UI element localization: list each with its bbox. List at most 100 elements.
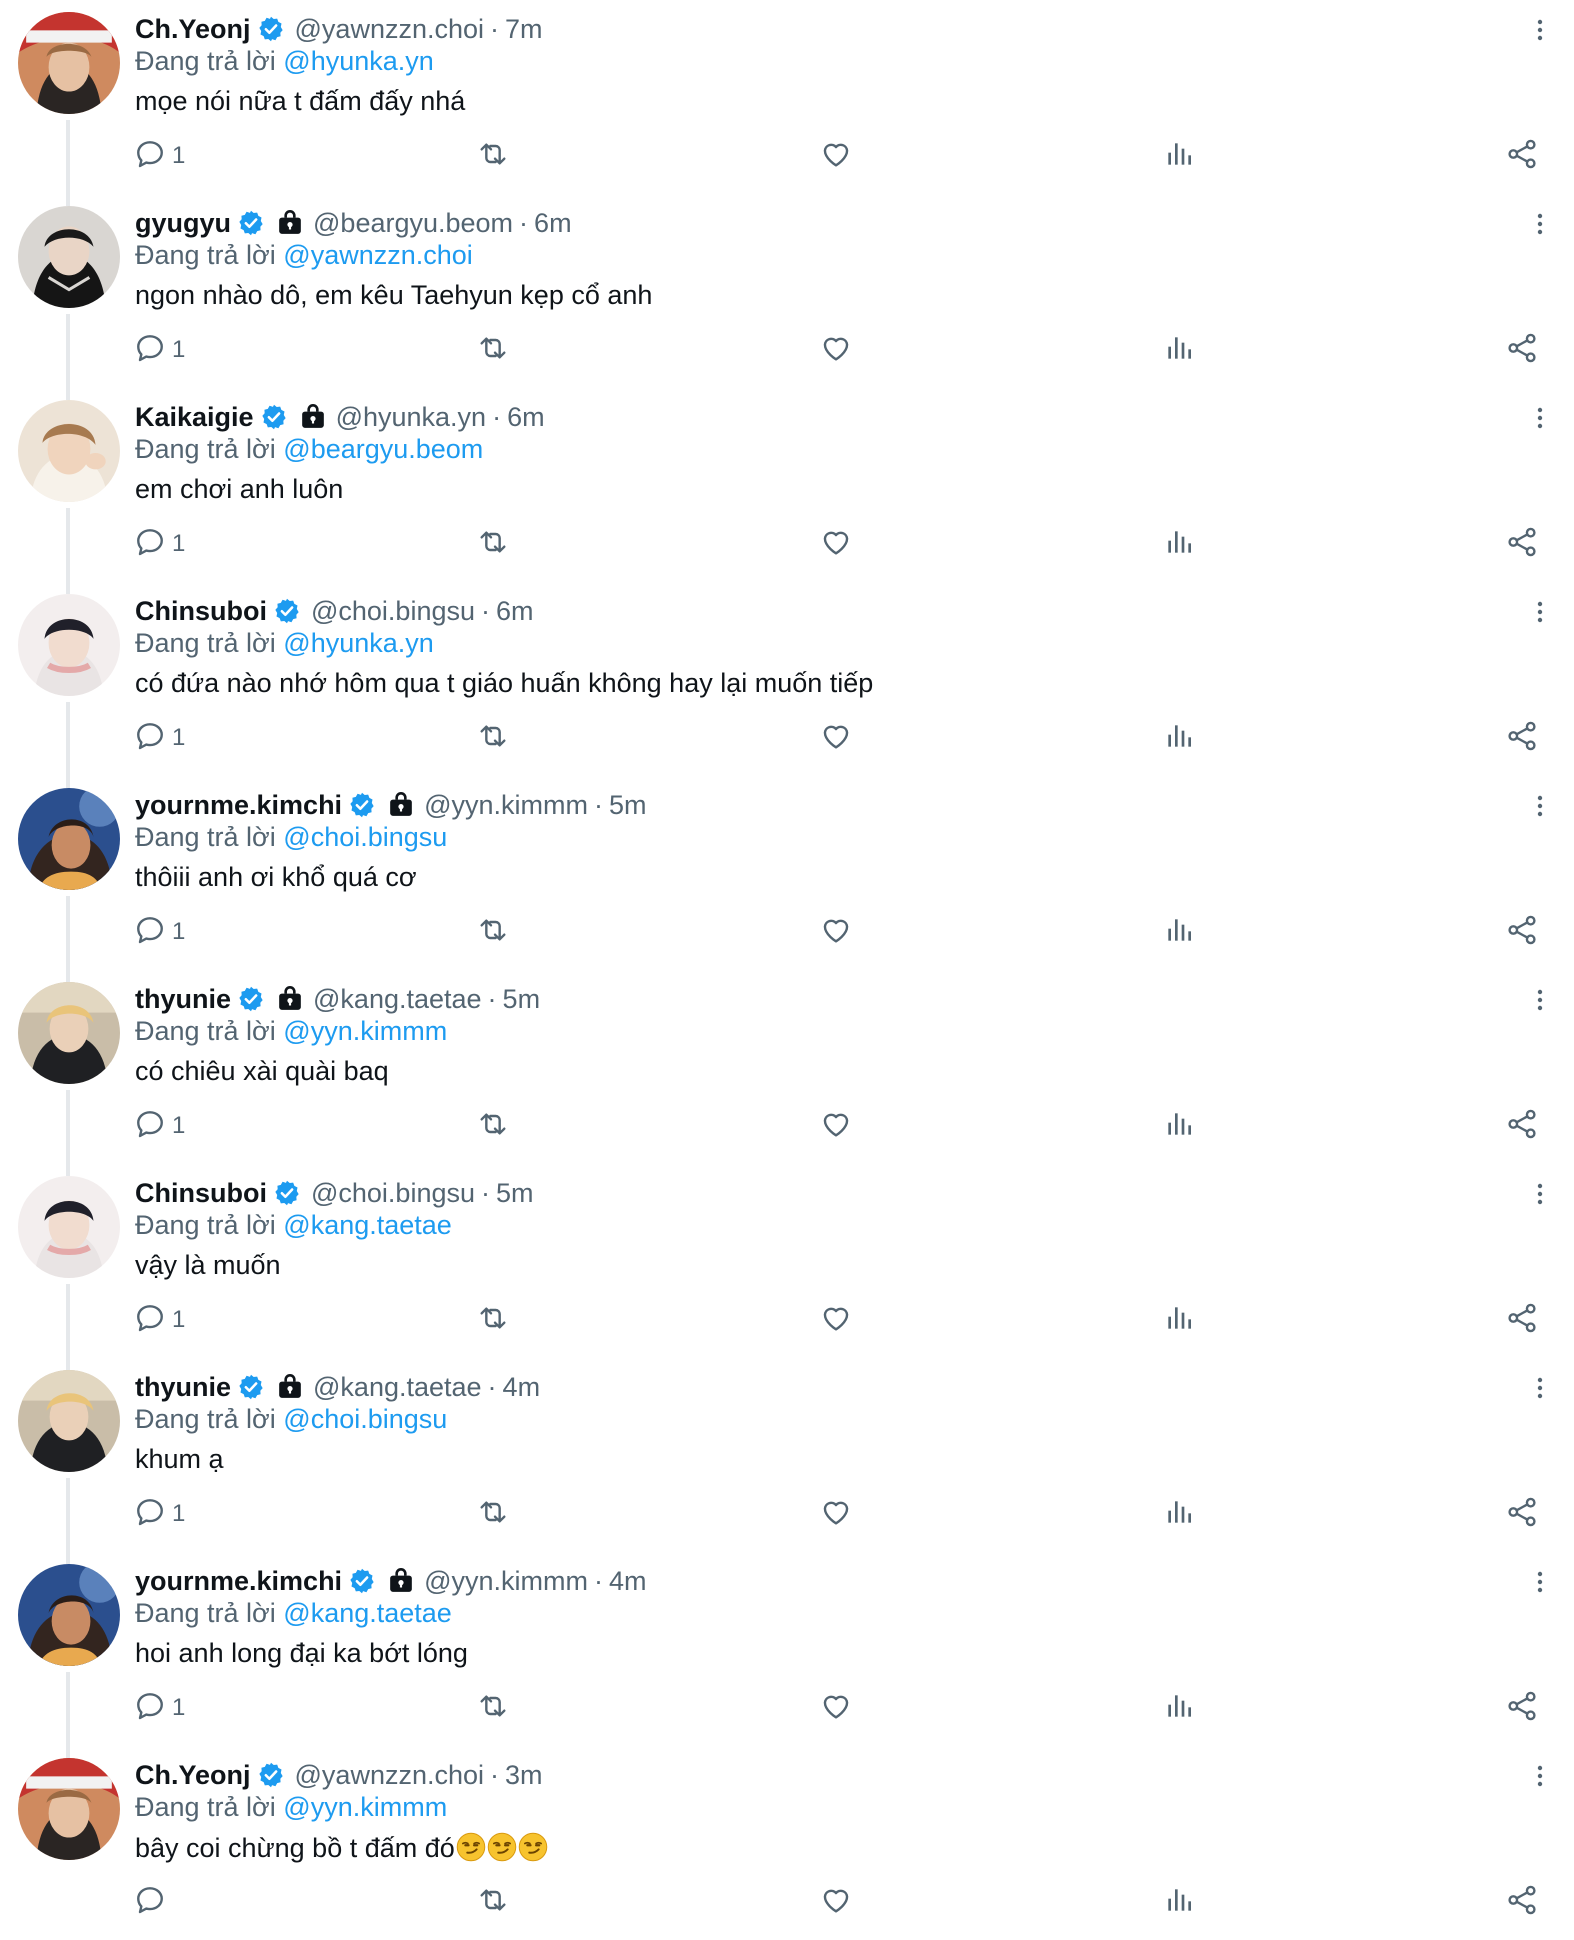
timestamp[interactable]: 3m bbox=[505, 1760, 543, 1791]
like-button[interactable] bbox=[820, 1106, 852, 1146]
reply-button[interactable]: 1 bbox=[134, 1300, 185, 1340]
user-handle[interactable]: @hyunka.yn bbox=[336, 402, 487, 433]
replying-to-handle[interactable]: @choi.bingsu bbox=[283, 822, 447, 852]
more-options-button[interactable] bbox=[1528, 790, 1552, 822]
share-button[interactable] bbox=[1506, 136, 1538, 176]
tweet[interactable]: thyunie @kang.taetae · 4m Đang trả lời @choi… bbox=[0, 1358, 1574, 1564]
reply-button[interactable]: 1 bbox=[134, 912, 185, 952]
more-options-button[interactable] bbox=[1528, 1372, 1552, 1404]
avatar[interactable] bbox=[18, 12, 120, 114]
avatar[interactable] bbox=[18, 206, 120, 308]
user-handle[interactable]: @yawnzzn.choi bbox=[295, 1760, 485, 1791]
reply-button[interactable] bbox=[134, 1882, 166, 1922]
user-handle[interactable]: @kang.taetae bbox=[313, 1372, 482, 1403]
retweet-button[interactable] bbox=[477, 136, 509, 176]
retweet-button[interactable] bbox=[477, 1300, 509, 1340]
timestamp[interactable]: 5m bbox=[609, 790, 647, 821]
avatar[interactable] bbox=[18, 1370, 120, 1472]
retweet-button[interactable] bbox=[477, 1688, 509, 1728]
like-button[interactable] bbox=[820, 1300, 852, 1340]
display-name[interactable]: Ch.Yeonj bbox=[135, 14, 251, 45]
retweet-button[interactable] bbox=[477, 524, 509, 564]
tweet[interactable]: Kaikaigie @hyunka.yn · 6m Đang trả lời @bear… bbox=[0, 388, 1574, 594]
user-handle[interactable]: @beargyu.beom bbox=[313, 208, 513, 239]
reply-button[interactable]: 1 bbox=[134, 1106, 185, 1146]
retweet-button[interactable] bbox=[477, 718, 509, 758]
reply-button[interactable]: 1 bbox=[134, 1688, 185, 1728]
replying-to-handle[interactable]: @hyunka.yn bbox=[283, 46, 434, 76]
views-button[interactable] bbox=[1163, 1300, 1195, 1340]
share-button[interactable] bbox=[1506, 330, 1538, 370]
tweet[interactable]: Ch.Yeonj @yawnzzn.choi · 3m Đang trả lời @yy… bbox=[0, 1746, 1574, 1940]
share-button[interactable] bbox=[1506, 524, 1538, 564]
tweet[interactable]: Ch.Yeonj @yawnzzn.choi · 7m Đang trả lời @hy… bbox=[0, 0, 1574, 206]
reply-button[interactable]: 1 bbox=[134, 1494, 185, 1534]
more-options-button[interactable] bbox=[1528, 208, 1552, 240]
retweet-button[interactable] bbox=[477, 912, 509, 952]
replying-to-handle[interactable]: @yyn.kimmm bbox=[283, 1016, 447, 1046]
more-options-button[interactable] bbox=[1528, 14, 1552, 46]
share-button[interactable] bbox=[1506, 1688, 1538, 1728]
views-button[interactable] bbox=[1163, 330, 1195, 370]
avatar[interactable] bbox=[18, 1564, 120, 1666]
avatar[interactable] bbox=[18, 400, 120, 502]
more-options-button[interactable] bbox=[1528, 596, 1552, 628]
tweet[interactable]: yournme.kimchi @yyn.kimmm · 5m Đang trả lời … bbox=[0, 776, 1574, 982]
retweet-button[interactable] bbox=[477, 1882, 509, 1922]
like-button[interactable] bbox=[820, 1494, 852, 1534]
share-button[interactable] bbox=[1506, 1494, 1538, 1534]
replying-to-handle[interactable]: @kang.taetae bbox=[283, 1210, 452, 1240]
avatar[interactable] bbox=[18, 1176, 120, 1278]
share-button[interactable] bbox=[1506, 1300, 1538, 1340]
replying-to-handle[interactable]: @yawnzzn.choi bbox=[283, 240, 473, 270]
share-button[interactable] bbox=[1506, 718, 1538, 758]
more-options-button[interactable] bbox=[1528, 1566, 1552, 1598]
display-name[interactable]: thyunie bbox=[135, 1372, 231, 1403]
display-name[interactable]: yournme.kimchi bbox=[135, 790, 342, 821]
avatar[interactable] bbox=[18, 982, 120, 1084]
timestamp[interactable]: 5m bbox=[503, 984, 541, 1015]
share-button[interactable] bbox=[1506, 912, 1538, 952]
tweet[interactable]: thyunie @kang.taetae · 5m Đang trả lời @yyn.… bbox=[0, 970, 1574, 1176]
display-name[interactable]: Kaikaigie bbox=[135, 402, 254, 433]
timestamp[interactable]: 6m bbox=[507, 402, 545, 433]
views-button[interactable] bbox=[1163, 1106, 1195, 1146]
tweet[interactable]: Chinsuboi @choi.bingsu · 5m Đang trả lời @ka… bbox=[0, 1164, 1574, 1370]
retweet-button[interactable] bbox=[477, 1106, 509, 1146]
display-name[interactable]: Ch.Yeonj bbox=[135, 1760, 251, 1791]
timestamp[interactable]: 7m bbox=[505, 14, 543, 45]
like-button[interactable] bbox=[820, 912, 852, 952]
replying-to-handle[interactable]: @yyn.kimmm bbox=[283, 1792, 447, 1822]
replying-to-handle[interactable]: @choi.bingsu bbox=[283, 1404, 447, 1434]
user-handle[interactable]: @yawnzzn.choi bbox=[295, 14, 485, 45]
more-options-button[interactable] bbox=[1528, 1760, 1552, 1792]
views-button[interactable] bbox=[1163, 1882, 1195, 1922]
tweet[interactable]: gyugyu @beargyu.beom · 6m Đang trả lời @yawn… bbox=[0, 194, 1574, 400]
reply-button[interactable]: 1 bbox=[134, 136, 185, 176]
share-button[interactable] bbox=[1506, 1106, 1538, 1146]
views-button[interactable] bbox=[1163, 1494, 1195, 1534]
views-button[interactable] bbox=[1163, 718, 1195, 758]
reply-button[interactable]: 1 bbox=[134, 524, 185, 564]
tweet[interactable]: yournme.kimchi @yyn.kimmm · 4m Đang trả lời … bbox=[0, 1552, 1574, 1758]
retweet-button[interactable] bbox=[477, 330, 509, 370]
user-handle[interactable]: @yyn.kimmm bbox=[424, 1566, 588, 1597]
user-handle[interactable]: @choi.bingsu bbox=[311, 596, 475, 627]
share-button[interactable] bbox=[1506, 1882, 1538, 1922]
views-button[interactable] bbox=[1163, 912, 1195, 952]
replying-to-handle[interactable]: @beargyu.beom bbox=[283, 434, 483, 464]
like-button[interactable] bbox=[820, 1882, 852, 1922]
like-button[interactable] bbox=[820, 524, 852, 564]
replying-to-handle[interactable]: @hyunka.yn bbox=[283, 628, 434, 658]
like-button[interactable] bbox=[820, 330, 852, 370]
user-handle[interactable]: @yyn.kimmm bbox=[424, 790, 588, 821]
timestamp[interactable]: 6m bbox=[534, 208, 572, 239]
timestamp[interactable]: 4m bbox=[503, 1372, 541, 1403]
display-name[interactable]: yournme.kimchi bbox=[135, 1566, 342, 1597]
display-name[interactable]: Chinsuboi bbox=[135, 1178, 267, 1209]
display-name[interactable]: gyugyu bbox=[135, 208, 231, 239]
tweet[interactable]: Chinsuboi @choi.bingsu · 6m Đang trả lời @hy… bbox=[0, 582, 1574, 788]
reply-button[interactable]: 1 bbox=[134, 330, 185, 370]
like-button[interactable] bbox=[820, 1688, 852, 1728]
avatar[interactable] bbox=[18, 1758, 120, 1860]
